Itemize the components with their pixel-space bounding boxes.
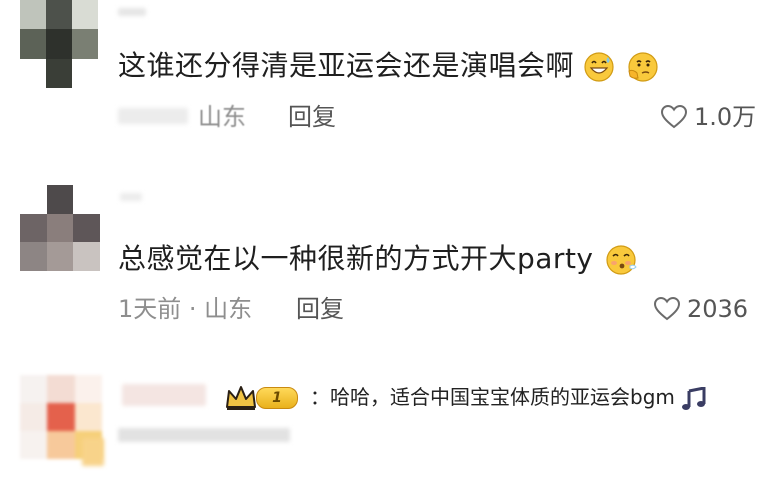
heart-outline-icon bbox=[653, 296, 681, 322]
username-blurred bbox=[122, 384, 206, 406]
comment-text: ：哈哈，适合中国宝宝体质的亚运会bgm bbox=[310, 385, 707, 411]
avatar-decoration bbox=[82, 438, 104, 466]
reply-button[interactable]: 回复 bbox=[288, 103, 336, 131]
like-count: 1.0万 bbox=[694, 103, 757, 131]
comment-text: 总感觉在以一种很新的方式开大party bbox=[118, 243, 639, 276]
like-button[interactable]: 1.0万 bbox=[660, 103, 756, 131]
like-button[interactable]: 2036 bbox=[653, 295, 748, 323]
username-blurred bbox=[120, 193, 142, 201]
comment-time-location: 1天前 · 山东 bbox=[118, 295, 253, 323]
music-note-icon bbox=[682, 386, 706, 410]
grinning-sweat-emoji bbox=[584, 52, 615, 82]
reply-button[interactable]: 回复 bbox=[296, 295, 344, 323]
username-blurred bbox=[118, 8, 146, 16]
crown-icon bbox=[226, 386, 256, 410]
avatar[interactable] bbox=[20, 0, 98, 88]
comment-text: 这谁还分得清是亚运会还是演唱会啊 bbox=[118, 50, 659, 83]
avatar[interactable] bbox=[20, 185, 100, 271]
like-count: 2036 bbox=[687, 295, 749, 323]
comment-location: 山东 bbox=[198, 103, 246, 131]
thinking-emoji bbox=[628, 52, 658, 82]
time-blurred bbox=[118, 428, 290, 442]
heart-outline-icon bbox=[660, 104, 688, 130]
blowing-emoji bbox=[606, 245, 637, 275]
user-level-badge: 1 bbox=[224, 385, 298, 411]
time-blurred bbox=[118, 108, 188, 124]
